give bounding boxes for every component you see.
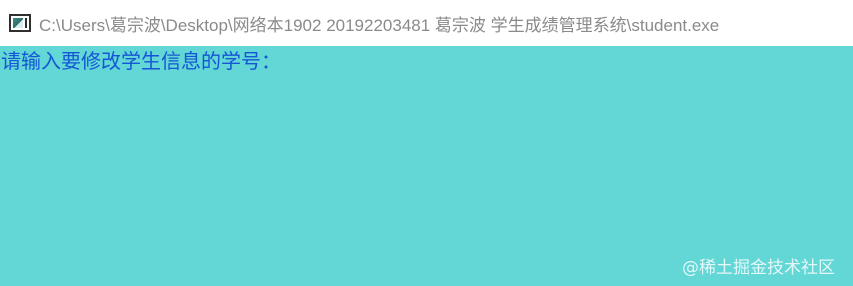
student-id-prompt: 请输入要修改学生信息的学号： xyxy=(1,49,281,73)
console-cursor-graphic xyxy=(25,18,27,28)
console-screen-graphic xyxy=(13,18,23,28)
console-window: C:\Users\葛宗波\Desktop\网络本1902 20192203481… xyxy=(0,0,853,286)
watermark-text: @稀土掘金技术社区 xyxy=(682,258,835,278)
console-output-area[interactable]: 请输入要修改学生信息的学号： @稀土掘金技术社区 xyxy=(0,46,853,286)
window-title: C:\Users\葛宗波\Desktop\网络本1902 20192203481… xyxy=(39,15,720,35)
title-bar[interactable]: C:\Users\葛宗波\Desktop\网络本1902 20192203481… xyxy=(0,0,853,46)
console-app-icon[interactable] xyxy=(9,14,31,32)
